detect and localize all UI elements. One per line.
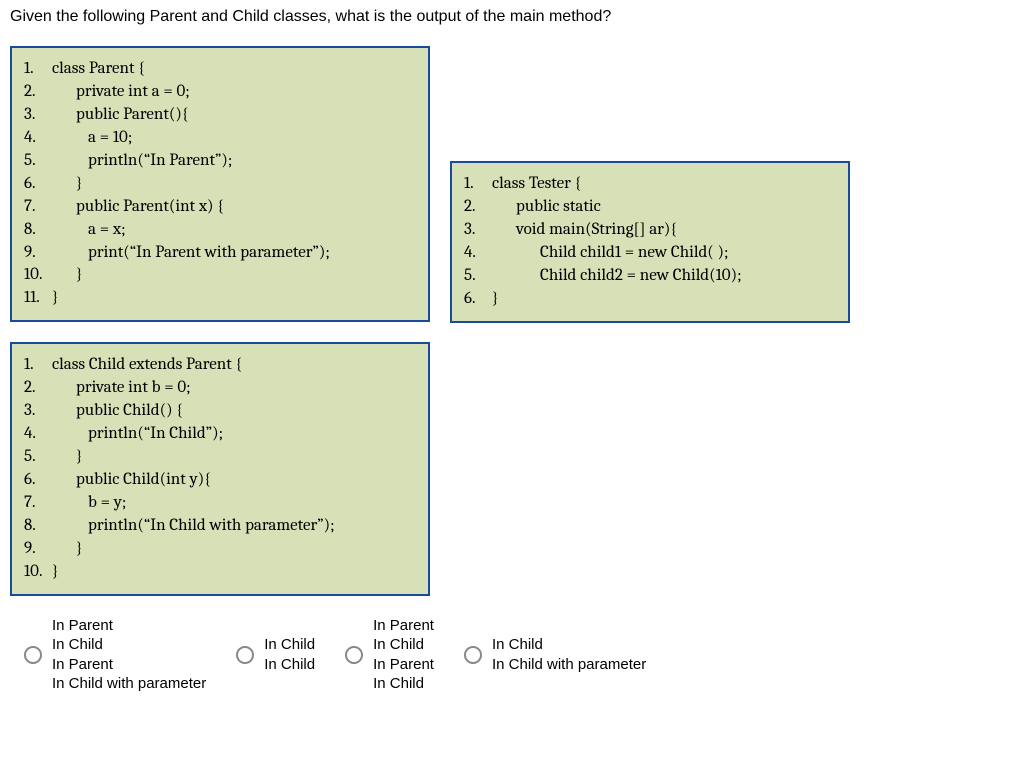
line-number: 2. xyxy=(464,196,492,219)
radio-icon xyxy=(464,646,482,664)
code-line: 7.b = y; xyxy=(24,492,416,515)
code-line: 5.Child child2 = new Child(10); xyxy=(464,265,836,288)
line-number: 2. xyxy=(24,81,52,104)
code-line: 9.print(“In Parent with parameter”); xyxy=(24,242,416,265)
answer-options: In Parent In Child In Parent In Child wi… xyxy=(10,616,1014,694)
line-number: 4. xyxy=(24,127,52,150)
code-text: } xyxy=(52,264,83,287)
code-line: 5.} xyxy=(24,446,416,469)
code-line: 10.} xyxy=(24,264,416,287)
answer-text: In Parent In Child In Parent In Child xyxy=(373,616,434,694)
code-line: 5.println(“In Parent”); xyxy=(24,150,416,173)
code-text: public Child(int y){ xyxy=(52,469,211,492)
line-number: 6. xyxy=(24,173,52,196)
radio-icon xyxy=(24,646,42,664)
code-line: 4.Child child1 = new Child( ); xyxy=(464,242,836,265)
code-line: 2.private int b = 0; xyxy=(24,377,416,400)
code-text: print(“In Parent with parameter”); xyxy=(52,242,330,265)
code-line: 2.public static xyxy=(464,196,836,219)
code-text: } xyxy=(52,538,83,561)
code-block-child: 1.class Child extends Parent {2.private … xyxy=(10,342,430,595)
code-line: 7.public Parent(int x) { xyxy=(24,196,416,219)
answer-text: In Parent In Child In Parent In Child wi… xyxy=(52,616,206,694)
line-number: 3. xyxy=(24,104,52,127)
code-text: private int b = 0; xyxy=(52,377,191,400)
answer-option-c[interactable]: In Parent In Child In Parent In Child xyxy=(345,616,434,694)
code-text: a = 10; xyxy=(52,127,132,150)
line-number: 9. xyxy=(24,538,52,561)
code-text: class Parent { xyxy=(52,58,145,81)
code-line: 9.} xyxy=(24,538,416,561)
line-number: 6. xyxy=(464,288,492,311)
code-text: b = y; xyxy=(52,492,126,515)
line-number: 3. xyxy=(464,219,492,242)
code-line: 1.class Tester { xyxy=(464,173,836,196)
line-number: 10. xyxy=(24,561,52,584)
code-text: } xyxy=(52,561,59,584)
answer-text: In Child In Child with parameter xyxy=(492,635,646,674)
line-number: 7. xyxy=(24,196,52,219)
code-line: 10.} xyxy=(24,561,416,584)
code-text: public Parent(int x) { xyxy=(52,196,224,219)
line-number: 1. xyxy=(24,58,52,81)
code-container: 1.class Parent {2.private int a = 0;3.pu… xyxy=(10,46,1014,596)
line-number: 4. xyxy=(464,242,492,265)
code-text: public static xyxy=(492,196,601,219)
code-text: } xyxy=(492,288,499,311)
code-line: 3.void main(String[] ar){ xyxy=(464,219,836,242)
line-number: 8. xyxy=(24,515,52,538)
code-text: println(“In Child with parameter”); xyxy=(52,515,335,538)
line-number: 5. xyxy=(24,150,52,173)
code-text: } xyxy=(52,446,83,469)
line-number: 11. xyxy=(24,287,52,310)
answer-text: In Child In Child xyxy=(264,635,315,674)
line-number: 5. xyxy=(464,265,492,288)
code-text: Child child2 = new Child(10); xyxy=(492,265,742,288)
line-number: 6. xyxy=(24,469,52,492)
code-text: } xyxy=(52,173,83,196)
code-line: 6.} xyxy=(464,288,836,311)
code-line: 6.} xyxy=(24,173,416,196)
line-number: 3. xyxy=(24,400,52,423)
code-line: 3.public Child() { xyxy=(24,400,416,423)
line-number: 1. xyxy=(24,354,52,377)
code-line: 4.a = 10; xyxy=(24,127,416,150)
line-number: 9. xyxy=(24,242,52,265)
line-number: 4. xyxy=(24,423,52,446)
radio-icon xyxy=(236,646,254,664)
code-line: 6.public Child(int y){ xyxy=(24,469,416,492)
code-line: 4.println(“In Child”); xyxy=(24,423,416,446)
code-block-tester: 1.class Tester {2.public static3.void ma… xyxy=(450,161,850,323)
code-line: 8.println(“In Child with parameter”); xyxy=(24,515,416,538)
answer-option-d[interactable]: In Child In Child with parameter xyxy=(464,616,646,694)
code-text: private int a = 0; xyxy=(52,81,190,104)
code-text: println(“In Parent”); xyxy=(52,150,232,173)
code-text: println(“In Child”); xyxy=(52,423,223,446)
line-number: 8. xyxy=(24,219,52,242)
code-text: a = x; xyxy=(52,219,126,242)
code-text: class Tester { xyxy=(492,173,581,196)
code-text: Child child1 = new Child( ); xyxy=(492,242,729,265)
answer-option-a[interactable]: In Parent In Child In Parent In Child wi… xyxy=(24,616,206,694)
code-text: class Child extends Parent { xyxy=(52,354,242,377)
line-number: 7. xyxy=(24,492,52,515)
code-text: public Child() { xyxy=(52,400,183,423)
code-line: 1.class Child extends Parent { xyxy=(24,354,416,377)
line-number: 10. xyxy=(24,264,52,287)
code-text: void main(String[] ar){ xyxy=(492,219,677,242)
code-line: 11.} xyxy=(24,287,416,310)
code-line: 3.public Parent(){ xyxy=(24,104,416,127)
code-line: 8.a = x; xyxy=(24,219,416,242)
code-text: public Parent(){ xyxy=(52,104,188,127)
line-number: 2. xyxy=(24,377,52,400)
line-number: 5. xyxy=(24,446,52,469)
code-line: 2.private int a = 0; xyxy=(24,81,416,104)
answer-option-b[interactable]: In Child In Child xyxy=(236,616,315,694)
code-line: 1.class Parent { xyxy=(24,58,416,81)
code-text: } xyxy=(52,287,59,310)
question-text: Given the following Parent and Child cla… xyxy=(10,8,1014,26)
code-block-parent: 1.class Parent {2.private int a = 0;3.pu… xyxy=(10,46,430,322)
radio-icon xyxy=(345,646,363,664)
line-number: 1. xyxy=(464,173,492,196)
